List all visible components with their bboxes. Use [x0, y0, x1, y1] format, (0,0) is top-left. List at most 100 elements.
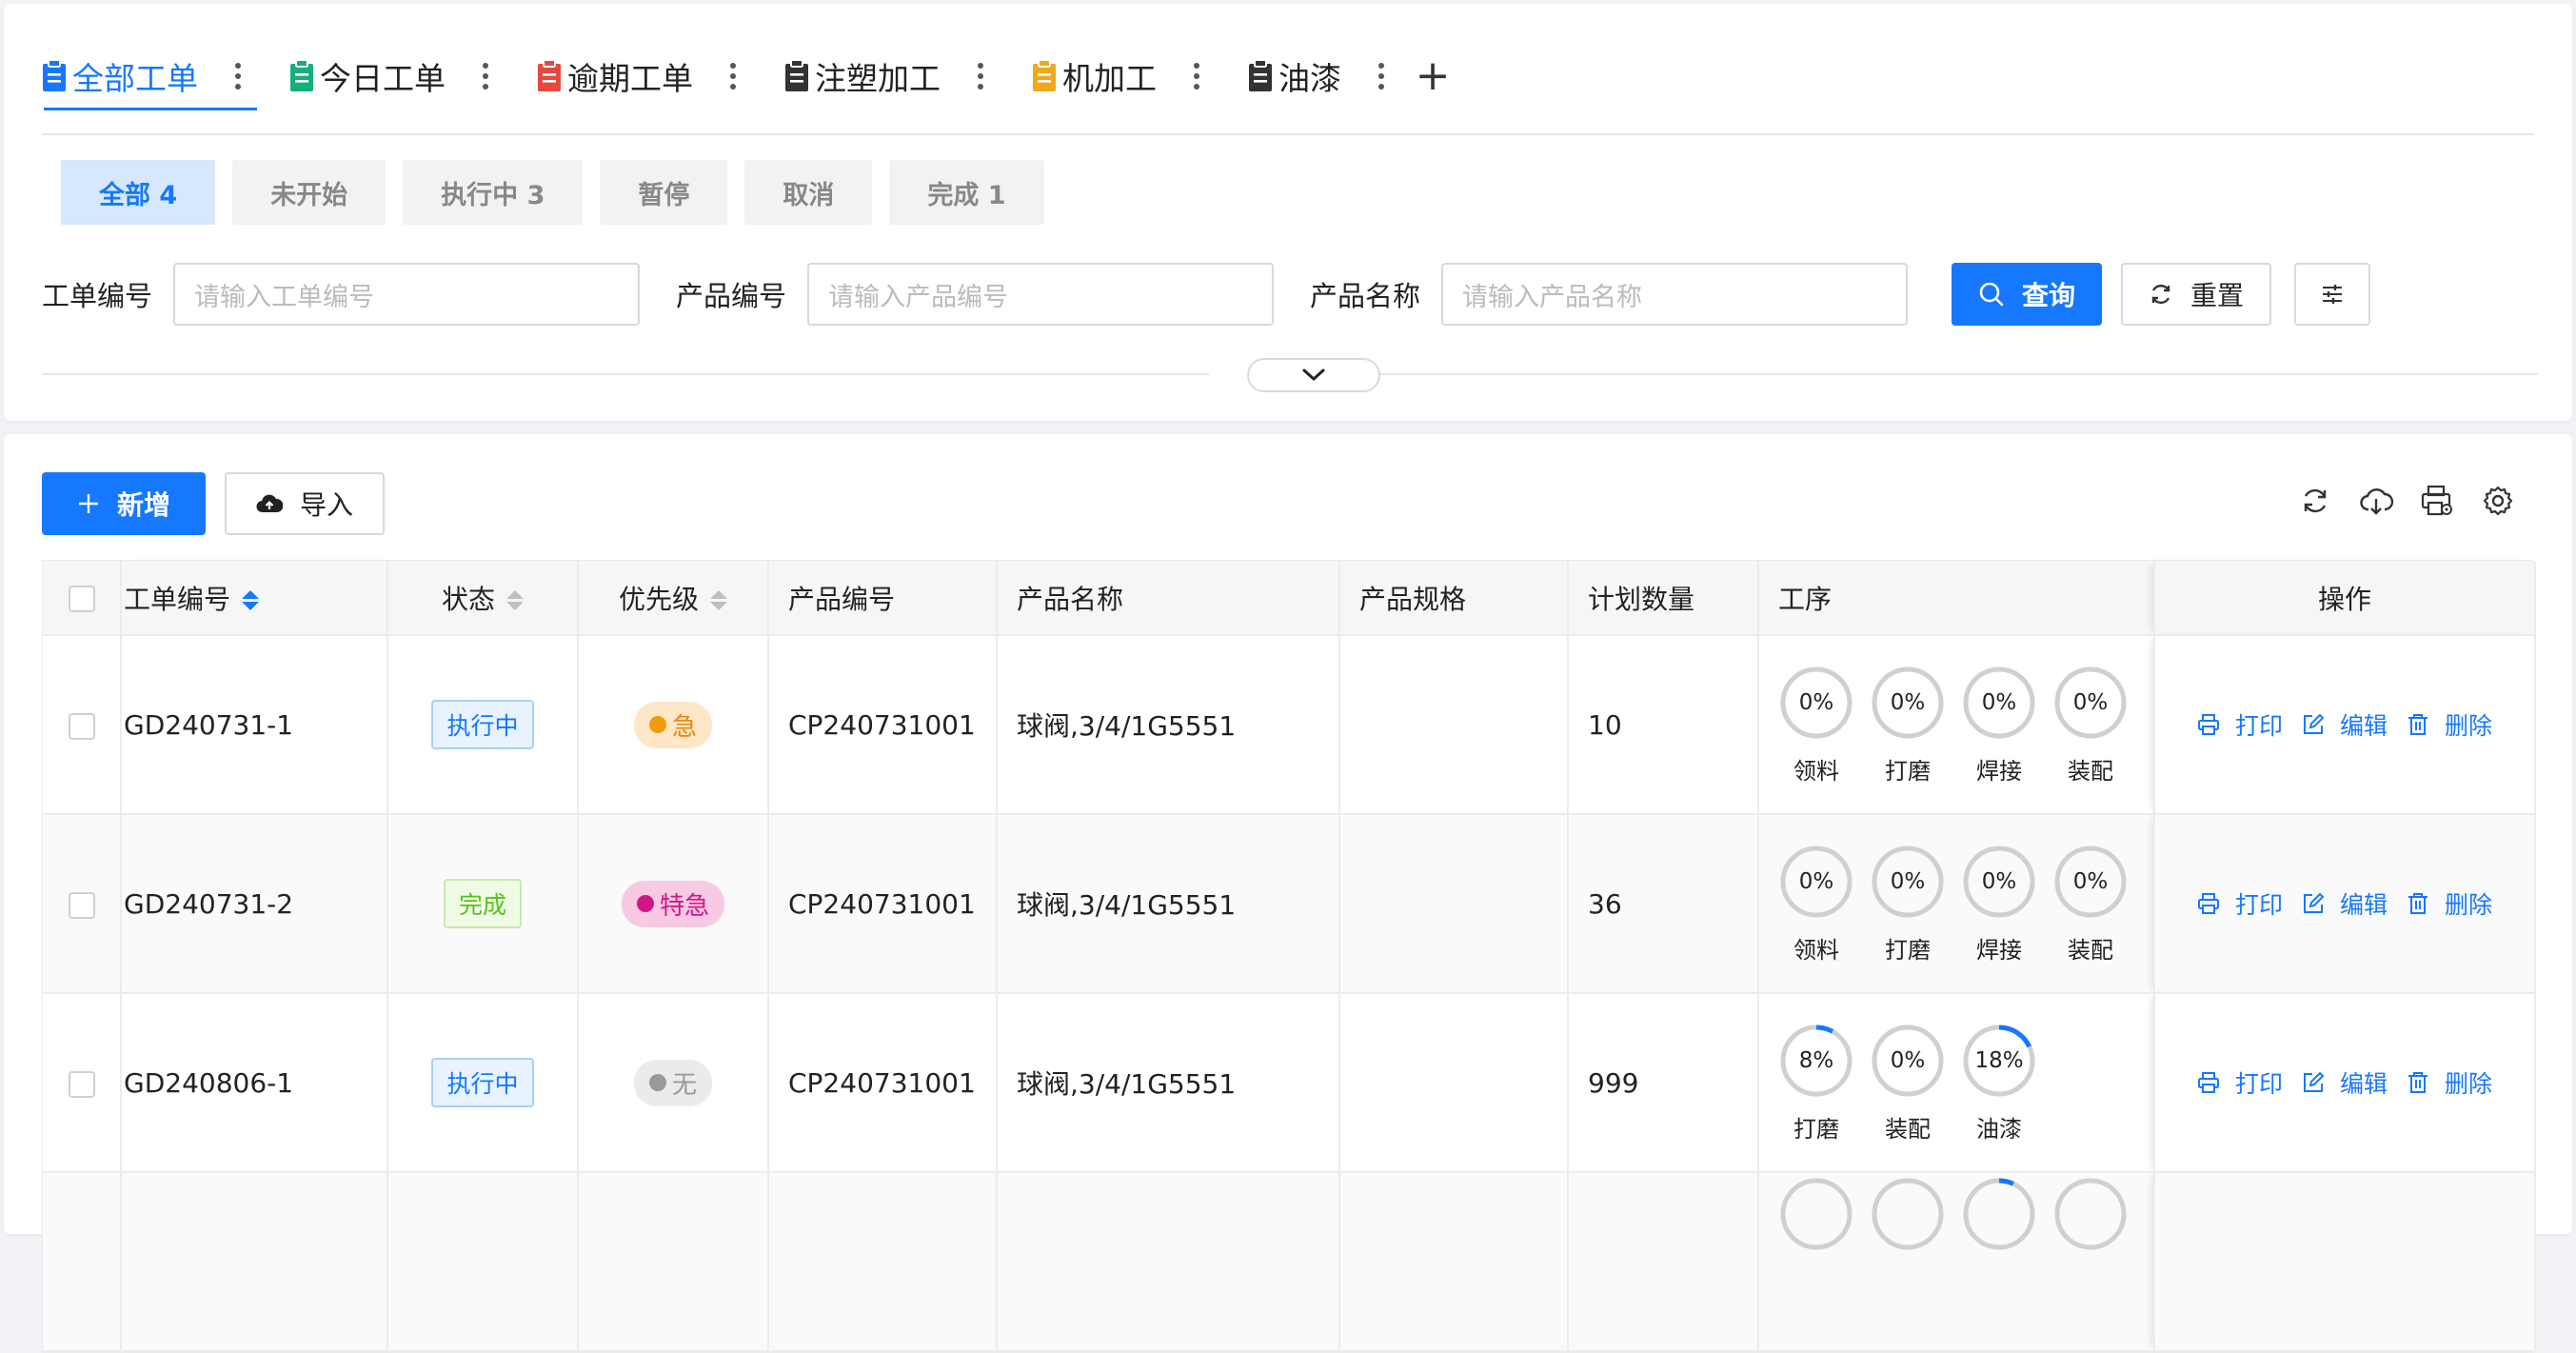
process-progress: 8% 打磨: [1778, 1023, 1854, 1144]
product-name-input[interactable]: 请输入产品名称: [1441, 263, 1909, 326]
sort-icon[interactable]: [710, 590, 727, 610]
col-process: 工序: [1758, 561, 2155, 636]
tab-today-orders[interactable]: 今日工单: [289, 48, 505, 105]
col-status[interactable]: 状态: [387, 561, 579, 636]
col-product-spec: 产品规格: [1339, 561, 1569, 636]
cloud-upload-icon: [256, 493, 283, 514]
status-cell: 执行中: [387, 993, 579, 1173]
tab-label: 注塑加工: [815, 60, 941, 97]
add-button[interactable]: 新增: [42, 472, 206, 535]
search-form: 工单编号 请输入工单编号 产品编号 请输入产品编号 产品名称 请输入产品名称 查…: [42, 263, 2371, 326]
process-name: 装配: [2068, 936, 2113, 964]
clipboard-icon: [537, 60, 562, 92]
query-button[interactable]: 查询: [1952, 263, 2103, 326]
table-row[interactable]: GD240806-1 执行中 无 CP240731001 球阀,3/4/1G5551 99…: [43, 993, 2536, 1173]
priority-cell: 特急: [578, 814, 769, 994]
product-no-cell: CP240731001: [768, 635, 998, 815]
status-filter-paused[interactable]: 暂停: [600, 160, 728, 225]
process-percent: 0%: [1890, 1047, 1926, 1073]
delete-button[interactable]: 删除: [2407, 886, 2492, 921]
more-vertical-icon[interactable]: [961, 57, 1000, 95]
row-select-cell: [43, 993, 122, 1173]
row-checkbox[interactable]: [68, 891, 95, 919]
edit-button[interactable]: 编辑: [2302, 707, 2388, 742]
table-cell: [1339, 1172, 1569, 1352]
print-button[interactable]: 打印: [2197, 1065, 2283, 1100]
tab-injection-molding[interactable]: 注塑加工: [784, 48, 1000, 105]
process-progress: 0% 焊接: [1961, 665, 2037, 786]
tab-painting[interactable]: 油漆: [1248, 48, 1400, 105]
expand-toggle[interactable]: [1247, 358, 1380, 392]
process-cell: [1758, 1172, 2155, 1352]
row-select-cell: [43, 635, 122, 815]
more-vertical-icon[interactable]: [1362, 57, 1400, 95]
process-progress: 0% 领料: [1778, 844, 1854, 965]
trash-icon: [2407, 892, 2445, 915]
add-label: 新增: [116, 489, 170, 521]
more-vertical-icon[interactable]: [714, 57, 752, 95]
import-label: 导入: [299, 489, 353, 521]
table-tools: [2298, 484, 2515, 518]
status-cell: 完成: [387, 814, 579, 994]
process-percent: 0%: [1798, 689, 1834, 715]
table-cell: [578, 1172, 769, 1352]
refresh-icon[interactable]: [2298, 484, 2332, 518]
process-percent: 0%: [1798, 868, 1834, 894]
select-all-checkbox[interactable]: [68, 586, 95, 612]
cloud-download-icon[interactable]: [2359, 484, 2393, 518]
status-cell: 执行中: [387, 635, 579, 815]
row-checkbox[interactable]: [68, 1070, 95, 1098]
filter-settings-button[interactable]: [2294, 263, 2371, 326]
process-progress: 0% 装配: [1870, 1023, 1946, 1144]
import-button[interactable]: 导入: [225, 472, 385, 535]
table-row[interactable]: GD240731-2 完成 特急 CP240731001 球阀,3/4/1G5551 36…: [43, 814, 2536, 994]
actions-cell: [2154, 1172, 2536, 1352]
tab-overdue-orders[interactable]: 逾期工单: [537, 48, 752, 105]
divider: [42, 373, 1209, 375]
process-name: 装配: [2068, 757, 2113, 785]
print-button[interactable]: 打印: [2197, 886, 2283, 921]
tab-machining[interactable]: 机加工: [1032, 48, 1216, 105]
more-vertical-icon[interactable]: [466, 57, 505, 95]
clipboard-icon: [784, 60, 809, 92]
priority-badge: 特急: [621, 880, 724, 927]
more-vertical-icon[interactable]: [1178, 57, 1216, 95]
more-vertical-icon[interactable]: [219, 57, 257, 95]
reset-button[interactable]: 重置: [2121, 263, 2272, 326]
order-no-cell: GD240731-1: [121, 635, 388, 815]
add-tab-icon[interactable]: +: [1414, 48, 1452, 105]
status-filter-completed[interactable]: 完成 1: [889, 160, 1044, 225]
select-all-cell: [43, 561, 122, 636]
printer-settings-icon[interactable]: [2420, 484, 2454, 518]
delete-button[interactable]: 删除: [2407, 1065, 2492, 1100]
status-filter-all[interactable]: 全部 4: [61, 160, 216, 225]
delete-button[interactable]: 删除: [2407, 707, 2492, 742]
actions-cell: 打印 编辑 删除: [2154, 993, 2536, 1173]
order-no-input[interactable]: 请输入工单编号: [173, 263, 641, 326]
tab-all-orders[interactable]: 全部工单: [42, 48, 257, 110]
process-percent: 0%: [2072, 868, 2109, 894]
reset-label: 重置: [2190, 280, 2245, 311]
product-spec-cell: [1339, 635, 1569, 815]
sort-icon[interactable]: [242, 590, 260, 610]
sort-icon[interactable]: [506, 590, 524, 610]
gear-icon[interactable]: [2481, 484, 2515, 518]
product-no-input[interactable]: 请输入产品编号: [807, 263, 1275, 326]
trash-icon: [2407, 713, 2445, 736]
status-filter-not-started[interactable]: 未开始: [232, 160, 386, 225]
table-row[interactable]: [43, 1172, 2536, 1352]
col-order-no[interactable]: 工单编号: [121, 561, 388, 636]
process-percent: 0%: [1890, 868, 1926, 894]
product-name-cell: 球阀,3/4/1G5551: [997, 993, 1340, 1173]
edit-button[interactable]: 编辑: [2302, 1065, 2388, 1100]
status-filter-cancelled[interactable]: 取消: [744, 160, 873, 225]
table-toolbar: 新增 导入: [42, 472, 385, 535]
edit-button[interactable]: 编辑: [2302, 886, 2388, 921]
col-priority[interactable]: 优先级: [578, 561, 769, 636]
print-button[interactable]: 打印: [2197, 707, 2283, 742]
status-filter-in-progress[interactable]: 执行中 3: [403, 160, 584, 225]
table-row[interactable]: GD240731-1 执行中 急 CP240731001 球阀,3/4/1G5551 10…: [43, 635, 2536, 815]
product-no-label: 产品编号: [676, 280, 787, 312]
row-checkbox[interactable]: [68, 712, 95, 740]
chevron-down-icon: [1300, 367, 1327, 384]
